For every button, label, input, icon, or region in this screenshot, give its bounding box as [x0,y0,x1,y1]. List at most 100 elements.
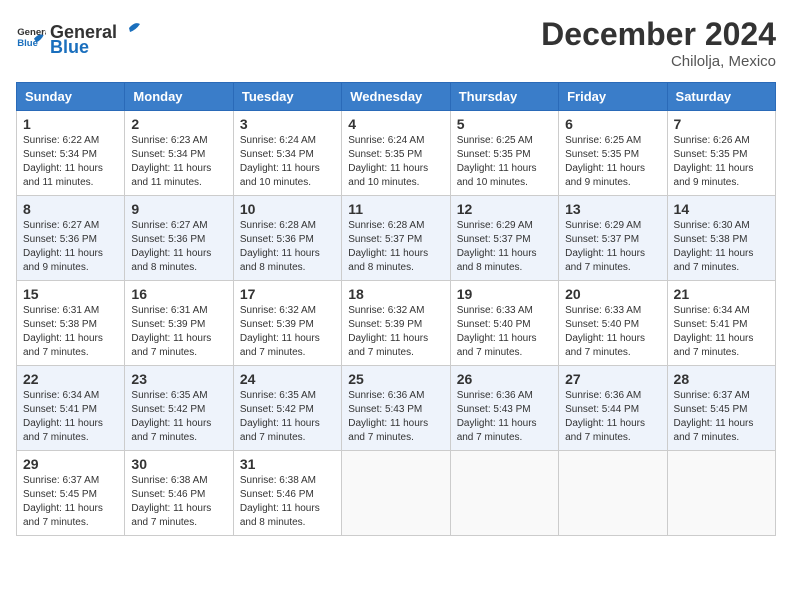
svg-text:Blue: Blue [17,38,38,49]
calendar-cell [342,451,450,536]
sunset-label: Sunset: 5:46 PM [131,489,205,500]
sunrise-label: Sunrise: 6:31 AM [131,305,207,316]
day-info: Sunrise: 6:29 AM Sunset: 5:37 PM Dayligh… [457,219,552,275]
sunrise-label: Sunrise: 6:33 AM [457,305,533,316]
sunset-label: Sunset: 5:36 PM [23,234,97,245]
calendar-cell: 27 Sunrise: 6:36 AM Sunset: 5:44 PM Dayl… [559,366,667,451]
day-info: Sunrise: 6:33 AM Sunset: 5:40 PM Dayligh… [457,304,552,360]
sunset-label: Sunset: 5:36 PM [240,234,314,245]
daylight-label: Daylight: 11 hours and 7 minutes. [457,333,537,358]
daylight-label: Daylight: 11 hours and 10 minutes. [457,163,537,188]
daylight-label: Daylight: 11 hours and 7 minutes. [565,248,645,273]
day-number: 11 [348,201,443,217]
calendar-cell: 14 Sunrise: 6:30 AM Sunset: 5:38 PM Dayl… [667,196,775,281]
sunset-label: Sunset: 5:46 PM [240,489,314,500]
sunrise-label: Sunrise: 6:37 AM [23,475,99,486]
day-number: 23 [131,371,226,387]
calendar-cell: 26 Sunrise: 6:36 AM Sunset: 5:43 PM Dayl… [450,366,558,451]
sunrise-label: Sunrise: 6:28 AM [348,220,424,231]
daylight-label: Daylight: 11 hours and 7 minutes. [131,418,211,443]
day-number: 29 [23,456,118,472]
sunrise-label: Sunrise: 6:24 AM [240,135,316,146]
day-number: 17 [240,286,335,302]
day-info: Sunrise: 6:31 AM Sunset: 5:38 PM Dayligh… [23,304,118,360]
sunset-label: Sunset: 5:45 PM [23,489,97,500]
sunset-label: Sunset: 5:34 PM [23,149,97,160]
day-number: 5 [457,116,552,132]
calendar-cell: 4 Sunrise: 6:24 AM Sunset: 5:35 PM Dayli… [342,111,450,196]
sunset-label: Sunset: 5:35 PM [348,149,422,160]
daylight-label: Daylight: 11 hours and 7 minutes. [457,418,537,443]
day-info: Sunrise: 6:34 AM Sunset: 5:41 PM Dayligh… [674,304,769,360]
daylight-label: Daylight: 11 hours and 7 minutes. [23,333,103,358]
calendar-day-header-sunday: Sunday [17,83,125,111]
calendar-cell [450,451,558,536]
location: Chilolja, Mexico [541,53,776,70]
calendar-table: SundayMondayTuesdayWednesdayThursdayFrid… [16,82,776,536]
sunset-label: Sunset: 5:37 PM [565,234,639,245]
sunrise-label: Sunrise: 6:38 AM [131,475,207,486]
day-number: 1 [23,116,118,132]
calendar-cell: 25 Sunrise: 6:36 AM Sunset: 5:43 PM Dayl… [342,366,450,451]
logo-bird-icon [119,16,141,38]
sunset-label: Sunset: 5:41 PM [674,319,748,330]
calendar-cell: 29 Sunrise: 6:37 AM Sunset: 5:45 PM Dayl… [17,451,125,536]
sunrise-label: Sunrise: 6:34 AM [23,390,99,401]
daylight-label: Daylight: 11 hours and 7 minutes. [23,503,103,528]
calendar-day-header-friday: Friday [559,83,667,111]
daylight-label: Daylight: 11 hours and 7 minutes. [240,418,320,443]
sunrise-label: Sunrise: 6:35 AM [131,390,207,401]
calendar-day-header-thursday: Thursday [450,83,558,111]
day-info: Sunrise: 6:36 AM Sunset: 5:43 PM Dayligh… [348,389,443,445]
day-info: Sunrise: 6:36 AM Sunset: 5:43 PM Dayligh… [457,389,552,445]
calendar-cell: 12 Sunrise: 6:29 AM Sunset: 5:37 PM Dayl… [450,196,558,281]
calendar-week-row: 29 Sunrise: 6:37 AM Sunset: 5:45 PM Dayl… [17,451,776,536]
daylight-label: Daylight: 11 hours and 10 minutes. [240,163,320,188]
day-number: 30 [131,456,226,472]
sunset-label: Sunset: 5:34 PM [131,149,205,160]
sunrise-label: Sunrise: 6:37 AM [674,390,750,401]
calendar-day-header-wednesday: Wednesday [342,83,450,111]
calendar-cell: 18 Sunrise: 6:32 AM Sunset: 5:39 PM Dayl… [342,281,450,366]
daylight-label: Daylight: 11 hours and 7 minutes. [348,418,428,443]
sunrise-label: Sunrise: 6:24 AM [348,135,424,146]
calendar-cell: 8 Sunrise: 6:27 AM Sunset: 5:36 PM Dayli… [17,196,125,281]
sunrise-label: Sunrise: 6:25 AM [457,135,533,146]
day-number: 12 [457,201,552,217]
sunset-label: Sunset: 5:44 PM [565,404,639,415]
day-info: Sunrise: 6:31 AM Sunset: 5:39 PM Dayligh… [131,304,226,360]
calendar-cell: 22 Sunrise: 6:34 AM Sunset: 5:41 PM Dayl… [17,366,125,451]
sunset-label: Sunset: 5:35 PM [457,149,531,160]
sunset-label: Sunset: 5:40 PM [457,319,531,330]
sunset-label: Sunset: 5:42 PM [131,404,205,415]
calendar-day-header-saturday: Saturday [667,83,775,111]
day-info: Sunrise: 6:25 AM Sunset: 5:35 PM Dayligh… [565,134,660,190]
sunrise-label: Sunrise: 6:29 AM [565,220,641,231]
daylight-label: Daylight: 11 hours and 11 minutes. [131,163,211,188]
logo-icon: General Blue [16,22,46,52]
daylight-label: Daylight: 11 hours and 7 minutes. [674,418,754,443]
sunset-label: Sunset: 5:41 PM [23,404,97,415]
daylight-label: Daylight: 11 hours and 8 minutes. [240,503,320,528]
daylight-label: Daylight: 11 hours and 8 minutes. [348,248,428,273]
day-info: Sunrise: 6:38 AM Sunset: 5:46 PM Dayligh… [131,474,226,530]
sunset-label: Sunset: 5:36 PM [131,234,205,245]
sunrise-label: Sunrise: 6:30 AM [674,220,750,231]
calendar-week-row: 22 Sunrise: 6:34 AM Sunset: 5:41 PM Dayl… [17,366,776,451]
sunrise-label: Sunrise: 6:38 AM [240,475,316,486]
day-info: Sunrise: 6:37 AM Sunset: 5:45 PM Dayligh… [674,389,769,445]
day-number: 2 [131,116,226,132]
sunrise-label: Sunrise: 6:35 AM [240,390,316,401]
sunrise-label: Sunrise: 6:34 AM [674,305,750,316]
calendar-day-header-monday: Monday [125,83,233,111]
day-info: Sunrise: 6:30 AM Sunset: 5:38 PM Dayligh… [674,219,769,275]
daylight-label: Daylight: 11 hours and 9 minutes. [565,163,645,188]
calendar-cell: 10 Sunrise: 6:28 AM Sunset: 5:36 PM Dayl… [233,196,341,281]
sunset-label: Sunset: 5:39 PM [131,319,205,330]
daylight-label: Daylight: 11 hours and 8 minutes. [457,248,537,273]
daylight-label: Daylight: 11 hours and 9 minutes. [23,248,103,273]
day-number: 26 [457,371,552,387]
calendar-cell: 31 Sunrise: 6:38 AM Sunset: 5:46 PM Dayl… [233,451,341,536]
page-header: General Blue General Blue December 2024 … [16,16,776,70]
month-title: December 2024 [541,16,776,53]
